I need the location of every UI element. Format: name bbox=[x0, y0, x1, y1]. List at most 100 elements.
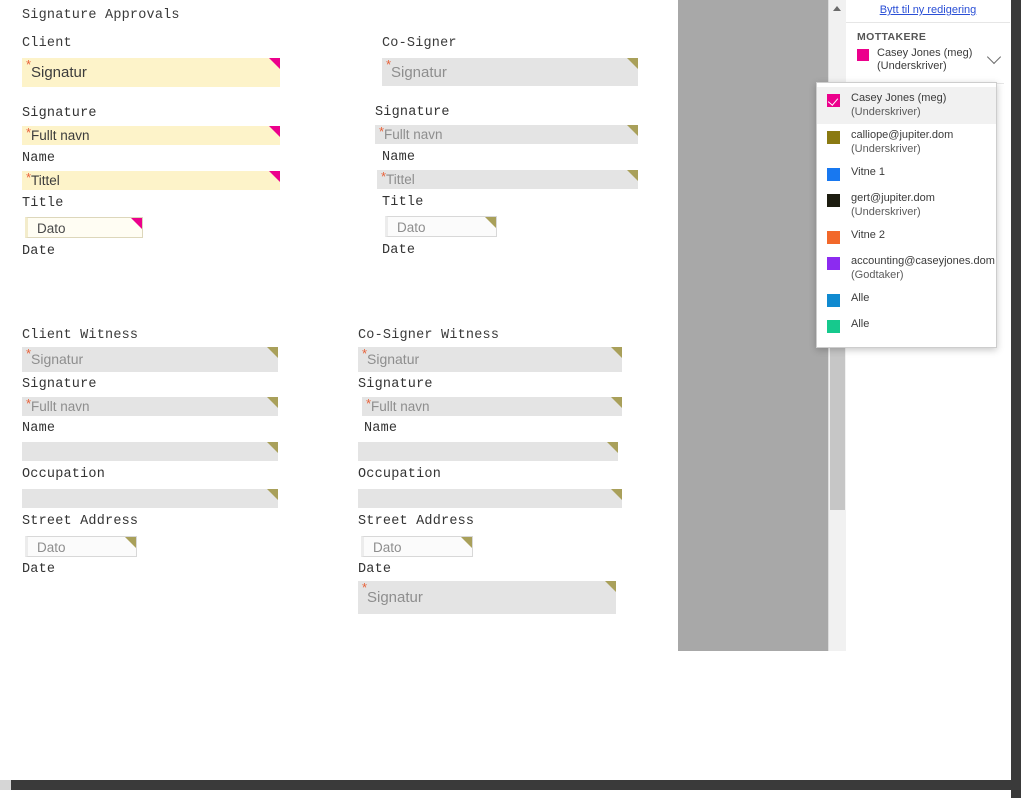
field-cosigner-extra-signature[interactable]: * Signatur bbox=[358, 581, 616, 614]
recipient-color-swatch bbox=[827, 231, 840, 244]
recipient-corner-icon bbox=[267, 347, 278, 358]
window-right-edge bbox=[1011, 0, 1021, 798]
recipient-corner-icon bbox=[131, 218, 142, 229]
recipient-corner-icon bbox=[461, 537, 472, 548]
field-placeholder: Dato bbox=[37, 540, 66, 555]
label-signature: Signature bbox=[22, 106, 97, 121]
label-title: Title bbox=[382, 195, 424, 210]
dropdown-item[interactable]: gert@jupiter.dom (Underskriver) bbox=[817, 187, 996, 224]
dropdown-item[interactable]: Vitne 2 bbox=[817, 224, 996, 250]
field-placeholder: Signatur bbox=[367, 351, 420, 367]
recipient-corner-icon bbox=[125, 537, 136, 548]
group-cosigner-witness: Co-Signer Witness * Signatur Signature *… bbox=[358, 328, 622, 578]
recipient-color-swatch bbox=[827, 194, 840, 207]
label-name: Name bbox=[382, 150, 416, 165]
field-placeholder: Dato bbox=[37, 221, 66, 236]
field-placeholder: Fullt navn bbox=[371, 399, 430, 414]
field-client-witness-street[interactable] bbox=[22, 489, 278, 508]
page-title: Signature Approvals bbox=[22, 8, 180, 23]
dropdown-item[interactable]: Casey Jones (meg) (Underskriver) bbox=[817, 87, 996, 124]
dropdown-item-name: gert@jupiter.dom bbox=[851, 192, 935, 204]
dropdown-item-name: calliope@jupiter.dom bbox=[851, 129, 954, 141]
field-cosigner-date[interactable]: Dato bbox=[385, 216, 497, 237]
document-canvas: Signature Approvals Client * Signatur Si… bbox=[0, 0, 700, 798]
recipient-corner-icon bbox=[267, 489, 278, 500]
field-placeholder: Dato bbox=[397, 220, 426, 235]
field-cosigner-name[interactable]: * Fullt navn bbox=[375, 125, 638, 144]
recipient-corner-icon bbox=[267, 397, 278, 408]
field-client-witness-date[interactable]: Dato bbox=[25, 536, 137, 557]
label-name: Name bbox=[364, 421, 398, 436]
group-heading-cosigner-witness: Co-Signer Witness bbox=[358, 328, 500, 343]
recipient-color-swatch bbox=[827, 320, 840, 333]
label-signature: Signature bbox=[375, 105, 450, 120]
field-client-witness-occupation[interactable] bbox=[22, 442, 278, 461]
field-placeholder: Signatur bbox=[31, 351, 84, 367]
recipient-color-swatch bbox=[827, 168, 840, 181]
dropdown-item[interactable]: Vitne 1 bbox=[817, 161, 996, 187]
label-date: Date bbox=[22, 244, 56, 259]
field-cosigner-witness-street[interactable] bbox=[358, 489, 622, 508]
field-placeholder: Signatur bbox=[367, 589, 423, 606]
label-date: Date bbox=[382, 243, 416, 258]
recipient-corner-icon bbox=[269, 58, 280, 69]
label-occupation: Occupation bbox=[22, 467, 106, 482]
field-cosigner-witness-signature[interactable]: * Signatur bbox=[358, 347, 622, 372]
field-client-title[interactable]: * Tittel bbox=[22, 171, 280, 190]
recipient-dropdown-menu[interactable]: Casey Jones (meg) (Underskriver) calliope@… bbox=[816, 82, 997, 348]
recipient-color-swatch bbox=[827, 131, 840, 144]
field-client-witness-signature[interactable]: * Signatur bbox=[22, 347, 278, 372]
field-cosigner-witness-occupation[interactable] bbox=[358, 442, 618, 461]
group-client-witness: Client Witness * Signatur Signature * Fu… bbox=[22, 328, 278, 578]
recipient-corner-icon bbox=[605, 581, 616, 592]
field-client-date[interactable]: Dato bbox=[25, 217, 143, 238]
field-placeholder: Fullt navn bbox=[31, 128, 90, 143]
dropdown-item-role: (Underskriver) bbox=[851, 205, 921, 218]
switch-to-new-editing-link[interactable]: Bytt til ny redigering bbox=[880, 4, 977, 16]
label-street-address: Street Address bbox=[358, 514, 475, 529]
current-recipient-role: (Underskriver) bbox=[877, 60, 947, 72]
field-cosigner-title[interactable]: * Tittel bbox=[377, 170, 638, 189]
recipient-corner-icon bbox=[611, 489, 622, 500]
field-placeholder: Fullt navn bbox=[31, 399, 90, 414]
dropdown-item[interactable]: calliope@jupiter.dom (Underskriver) bbox=[817, 124, 996, 161]
dropdown-item[interactable]: Alle bbox=[817, 287, 996, 313]
recipient-corner-icon bbox=[607, 442, 618, 453]
label-signature: Signature bbox=[358, 377, 433, 392]
field-cosigner-signature[interactable]: * Signatur bbox=[382, 58, 638, 86]
field-placeholder: Tittel bbox=[31, 173, 60, 188]
field-client-signature[interactable]: * Signatur bbox=[22, 58, 280, 87]
group-heading-client-witness: Client Witness bbox=[22, 328, 139, 343]
field-client-name[interactable]: * Fullt navn bbox=[22, 126, 280, 145]
field-client-witness-name[interactable]: * Fullt navn bbox=[22, 397, 278, 416]
label-street-address: Street Address bbox=[22, 514, 139, 529]
recipient-corner-icon bbox=[611, 347, 622, 358]
field-placeholder: Fullt navn bbox=[384, 127, 443, 142]
field-placeholder: Signatur bbox=[391, 64, 447, 81]
recipient-color-swatch bbox=[827, 94, 840, 107]
field-placeholder: Tittel bbox=[386, 172, 415, 187]
label-name: Name bbox=[22, 421, 56, 436]
check-icon bbox=[827, 95, 839, 106]
chevron-down-icon[interactable] bbox=[986, 49, 1002, 65]
switch-editor-row: Bytt til ny redigering bbox=[846, 0, 1010, 23]
current-recipient-label: Casey Jones (meg) (Underskriver) bbox=[877, 47, 982, 73]
label-date: Date bbox=[358, 562, 392, 577]
field-cosigner-witness-date[interactable]: Dato bbox=[361, 536, 473, 557]
recipient-corner-icon bbox=[627, 170, 638, 181]
recipient-corner-icon bbox=[485, 217, 496, 228]
field-placeholder: Signatur bbox=[31, 64, 87, 81]
field-cosigner-witness-name[interactable]: * Fullt navn bbox=[362, 397, 622, 416]
scroll-up-arrow-icon[interactable] bbox=[829, 0, 846, 17]
dropdown-item[interactable]: Alle bbox=[817, 313, 996, 339]
recipient-corner-icon bbox=[267, 442, 278, 453]
dropdown-item-role: (Godtaker) bbox=[851, 268, 904, 281]
window-bottom-edge bbox=[10, 780, 1011, 790]
label-name: Name bbox=[22, 151, 56, 166]
recipient-corner-icon bbox=[627, 125, 638, 136]
recipient-corner-icon bbox=[269, 171, 280, 182]
dropdown-item-role: (Underskriver) bbox=[851, 105, 921, 118]
dropdown-item-name: Alle bbox=[851, 292, 870, 304]
window-bottom-left-corner bbox=[0, 780, 11, 790]
dropdown-item[interactable]: accounting@caseyjones.dom (Godtaker) bbox=[817, 250, 996, 287]
